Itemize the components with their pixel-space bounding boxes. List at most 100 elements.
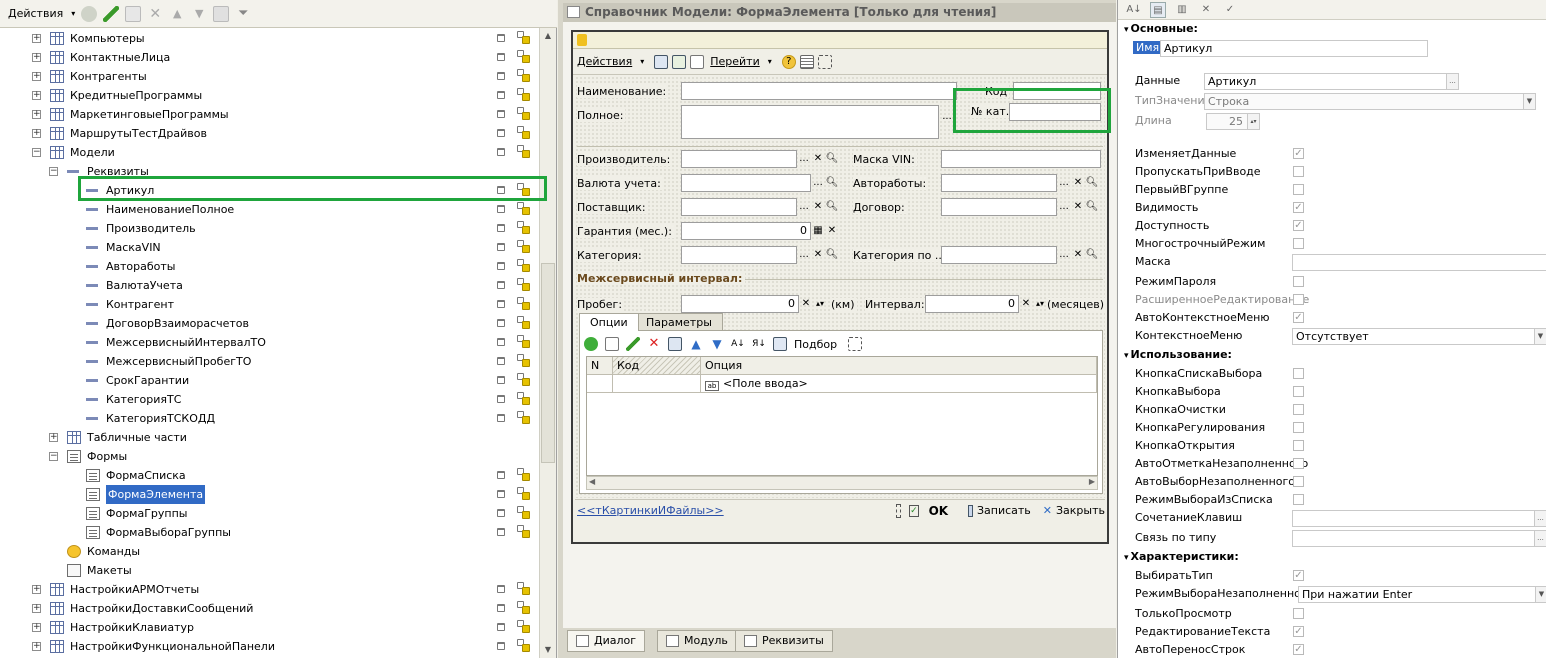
dropdown-icon[interactable]: ▼	[1535, 587, 1546, 602]
copy-icon[interactable]	[690, 54, 705, 69]
property-value[interactable]: Артикул	[1160, 40, 1428, 57]
ellipsis-button[interactable]: ...	[1534, 531, 1546, 546]
expand-icon[interactable]: +	[32, 72, 41, 81]
clear-icon[interactable]: ✕	[1019, 296, 1033, 312]
tree-item[interactable]: ФормаГруппы	[0, 504, 538, 523]
contract-field[interactable]	[941, 198, 1057, 216]
tree-item[interactable]: + Контрагенты	[0, 67, 538, 86]
select-icon[interactable]	[848, 337, 863, 351]
property-checkbox[interactable]	[1293, 644, 1304, 655]
interval-field[interactable]: 0	[925, 295, 1019, 313]
categories-icon[interactable]: ▤	[1150, 1, 1166, 18]
scroll-down-icon[interactable]: ▼	[540, 642, 556, 658]
actions-button[interactable]: Действия	[575, 55, 634, 68]
goto-button[interactable]: Перейти	[708, 55, 762, 68]
clear-icon[interactable]: ✕	[825, 223, 839, 239]
ellipsis-button[interactable]: ...	[940, 109, 954, 125]
clear-icon[interactable]: ✕	[811, 199, 825, 215]
maker-field[interactable]	[681, 150, 797, 168]
property-checkbox[interactable]	[1293, 276, 1304, 287]
cell[interactable]	[587, 375, 613, 393]
tree-item[interactable]: Производитель	[0, 219, 538, 238]
ok-button[interactable]: OK	[929, 504, 949, 518]
tree-item[interactable]: Автоработы	[0, 257, 538, 276]
property-value[interactable]: ...	[1292, 510, 1546, 527]
property-value[interactable]	[1292, 254, 1546, 271]
tab-options[interactable]: Опции	[579, 313, 639, 331]
property-checkbox[interactable]	[1293, 494, 1304, 505]
tree-item[interactable]: ДоговорВзаиморасчетов	[0, 314, 538, 333]
filter-icon[interactable]: ▥	[1174, 2, 1190, 18]
edit-row-icon[interactable]	[626, 337, 640, 351]
tree-item[interactable]: ФормаВыбораГруппы	[0, 523, 538, 542]
expand-icon[interactable]: +	[32, 129, 41, 138]
expand-icon[interactable]: +	[32, 623, 41, 632]
tab-parameters[interactable]: Параметры	[635, 313, 723, 331]
tab-module[interactable]: Модуль	[657, 630, 737, 652]
collapse-icon[interactable]: ▾	[1124, 22, 1129, 38]
property-checkbox[interactable]	[1293, 422, 1304, 433]
search-icon[interactable]: 🔍︎	[825, 199, 839, 215]
move-up-icon[interactable]: ▲	[689, 337, 703, 351]
property-checkbox[interactable]	[1293, 386, 1304, 397]
ellipsis-button[interactable]: ...	[1534, 511, 1546, 526]
pick-button[interactable]: Подбор	[794, 338, 837, 351]
tree-item[interactable]: Команды	[0, 542, 538, 561]
dropdown-icon[interactable]: ▼	[1523, 94, 1535, 109]
filter-icon[interactable]: ⏷	[235, 6, 251, 22]
tree-item[interactable]: − Формы	[0, 447, 538, 466]
property-checkbox[interactable]	[1293, 238, 1304, 249]
cell[interactable]	[613, 375, 701, 393]
property-value[interactable]: Строка ▼	[1204, 93, 1536, 110]
property-checkbox[interactable]	[1293, 202, 1304, 213]
property-checkbox[interactable]	[1293, 220, 1304, 231]
tree-item[interactable]: + НастройкиДоставкиСообщений	[0, 599, 538, 618]
expand-icon[interactable]: +	[32, 53, 41, 62]
select-icon[interactable]	[895, 503, 902, 518]
property-checkbox[interactable]	[1293, 440, 1304, 451]
vin-mask-field[interactable]	[941, 150, 1101, 168]
expand-icon[interactable]: +	[32, 110, 41, 119]
clear-icon[interactable]: ✕	[799, 296, 813, 312]
property-value[interactable]: Отсутствует ▼	[1292, 328, 1546, 345]
search-icon[interactable]: 🔍︎	[825, 247, 839, 263]
tab-attributes[interactable]: Реквизиты	[735, 630, 833, 652]
dropdown-icon[interactable]: ▼	[1534, 329, 1546, 344]
columns-icon[interactable]	[799, 54, 814, 69]
section-main[interactable]: ▾ Основные:	[1124, 21, 1198, 37]
ellipsis-button[interactable]: ...	[811, 175, 825, 191]
collapse-icon[interactable]: −	[49, 167, 58, 176]
property-checkbox[interactable]	[1293, 368, 1304, 379]
tree-scrollbar[interactable]: ▲ ▼	[539, 28, 556, 658]
property-value[interactable]: ...	[1292, 530, 1546, 547]
tree-item[interactable]: ФормаЭлемента	[0, 485, 538, 504]
tree-item[interactable]: Контрагент	[0, 295, 538, 314]
property-checkbox[interactable]	[1293, 608, 1304, 619]
spin-icon[interactable]: ▴▾	[813, 296, 827, 312]
sort-desc-icon[interactable]: Я↓	[752, 337, 766, 351]
column-header-code[interactable]: Код	[613, 357, 701, 375]
clear-icon[interactable]: ✕	[1071, 199, 1085, 215]
collapse-icon[interactable]: −	[49, 452, 58, 461]
tree-item[interactable]: + НастройкиФункциональнойПанели	[0, 637, 538, 656]
copy-row-icon[interactable]	[605, 337, 619, 351]
search-icon[interactable]: 🔍︎	[825, 151, 839, 167]
close-button[interactable]: Закрыть	[1056, 504, 1105, 517]
tab-dialog[interactable]: Диалог	[567, 630, 646, 652]
expand-icon[interactable]: +	[32, 91, 41, 100]
property-value[interactable]: Артикул...	[1204, 73, 1459, 90]
move-up-icon[interactable]: ▲	[169, 6, 185, 22]
clear-icon[interactable]: ✕	[1071, 247, 1085, 263]
add-row-icon[interactable]	[584, 337, 598, 351]
end-edit-icon[interactable]	[668, 337, 682, 351]
actions-menu[interactable]: Действия	[8, 7, 63, 20]
clear-icon[interactable]: ✕	[811, 247, 825, 263]
scroll-right-icon[interactable]: ▶	[1089, 477, 1095, 486]
move-down-icon[interactable]: ▼	[710, 337, 724, 351]
category-field[interactable]	[681, 246, 797, 264]
delete-icon[interactable]: ✕	[147, 6, 163, 22]
ellipsis-button[interactable]: ...	[1057, 175, 1071, 191]
spin-icon[interactable]: ▴▾	[1033, 296, 1047, 312]
mileage-field[interactable]: 0	[681, 295, 799, 313]
property-checkbox[interactable]	[1293, 148, 1304, 159]
